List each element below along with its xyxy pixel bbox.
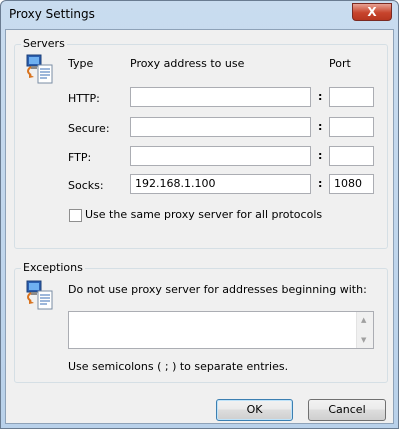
servers-group: Servers Type Proxy address to use Port H… (14, 37, 388, 249)
socks-colon: : (318, 177, 323, 190)
ftp-address-input[interactable] (130, 146, 311, 166)
title-bar[interactable]: Proxy Settings X (1, 1, 398, 29)
window-title: Proxy Settings (9, 7, 95, 21)
column-header-type: Type (68, 57, 94, 70)
secure-port-input[interactable] (329, 117, 374, 137)
socks-port-input[interactable]: 1080 (329, 174, 374, 194)
exceptions-hint: Use semicolons ( ; ) to separate entries… (68, 360, 289, 373)
exceptions-legend: Exceptions (21, 261, 85, 274)
dialog-body: Servers Type Proxy address to use Port H… (5, 29, 394, 424)
close-icon: X (367, 5, 377, 19)
secure-address-input[interactable] (130, 117, 311, 137)
column-header-port: Port (329, 57, 351, 70)
ok-button[interactable]: OK (216, 399, 293, 421)
socks-label: Socks: (68, 179, 104, 192)
socks-address-input[interactable]: 192.168.1.100 (130, 174, 311, 194)
exceptions-scrollbar[interactable]: ▲ ▼ (356, 312, 373, 348)
ftp-label: FTP: (68, 151, 92, 164)
close-button[interactable]: X (352, 3, 392, 21)
scroll-up-arrow-icon[interactable]: ▲ (361, 316, 366, 324)
ftp-colon: : (318, 149, 323, 162)
ftp-port-input[interactable] (329, 146, 374, 166)
exceptions-group: Exceptions Do not use proxy server for a… (14, 261, 388, 383)
network-computer-document-icon (26, 54, 53, 84)
servers-legend: Servers (21, 37, 67, 50)
column-header-address: Proxy address to use (130, 57, 245, 70)
network-computer-document-icon (26, 280, 53, 310)
http-port-input[interactable] (329, 87, 374, 107)
http-address-input[interactable] (130, 87, 311, 107)
exceptions-textarea[interactable]: ▲ ▼ (68, 311, 374, 349)
same-proxy-label[interactable]: Use the same proxy server for all protoc… (85, 208, 322, 221)
proxy-settings-window: Proxy Settings X Servers Type Proxy addr… (0, 0, 399, 429)
exceptions-instruction: Do not use proxy server for addresses be… (68, 283, 367, 296)
cancel-button[interactable]: Cancel (308, 399, 386, 421)
http-label: HTTP: (68, 92, 100, 105)
secure-label: Secure: (68, 122, 110, 135)
http-colon: : (318, 90, 323, 103)
same-proxy-checkbox[interactable] (69, 209, 82, 222)
scroll-down-arrow-icon[interactable]: ▼ (361, 336, 366, 344)
secure-colon: : (318, 120, 323, 133)
